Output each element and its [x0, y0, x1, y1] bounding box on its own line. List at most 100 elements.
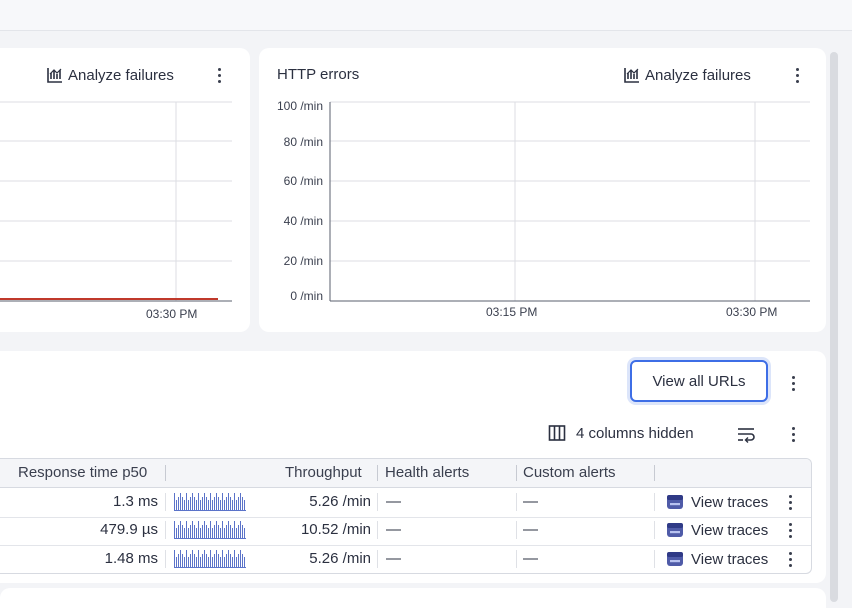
columns-hidden-button[interactable]: 4 columns hidden	[548, 424, 694, 442]
sparkline-bar	[212, 557, 213, 568]
sparkline-bar	[216, 521, 217, 539]
custom-alerts-cell: —	[523, 521, 538, 538]
sparkline-bar	[178, 554, 179, 568]
column-divider[interactable]	[165, 465, 166, 481]
columns-icon	[548, 425, 566, 441]
sparkline-bar	[222, 493, 223, 511]
column-header-throughput[interactable]: Throughput	[285, 459, 362, 487]
health-alerts-cell: —	[386, 521, 401, 538]
sparkline-bar	[240, 493, 241, 511]
x-tick-label: 03:30 PM	[146, 307, 197, 321]
sparkline-bar	[184, 557, 185, 568]
cell-divider	[516, 550, 517, 568]
top-bar	[0, 0, 852, 31]
sparkline-bar	[176, 500, 177, 511]
sparkline-bar	[182, 525, 183, 539]
sparkline-bar	[230, 525, 231, 539]
view-traces-label: View traces	[691, 521, 769, 539]
sparkline-bar	[238, 497, 239, 511]
traces-icon	[667, 552, 683, 566]
row-more-options-icon[interactable]	[782, 549, 798, 569]
view-traces-button[interactable]: View traces	[666, 516, 768, 544]
failure-rate-card: Analyze failures 03:30 PM	[0, 48, 250, 332]
sparkline-bar	[242, 525, 243, 539]
sparkline-bar	[224, 557, 225, 568]
column-divider[interactable]	[516, 465, 517, 481]
sparkline-bar	[212, 528, 213, 539]
x-tick-label: 03:15 PM	[486, 305, 538, 319]
sparkline-bar	[206, 525, 207, 539]
columns-hidden-label: 4 columns hidden	[576, 424, 694, 442]
table-row[interactable]: 1.3 ms 5.26 /min — — View traces	[0, 488, 811, 518]
view-traces-button[interactable]: View traces	[666, 545, 768, 573]
sparkline-bar	[208, 557, 209, 568]
sparkline-bar	[176, 528, 177, 539]
sparkline-bar	[226, 497, 227, 511]
more-options-icon[interactable]	[785, 373, 801, 393]
sparkline-bar	[232, 557, 233, 568]
view-all-urls-button[interactable]: View all URLs	[630, 360, 768, 402]
more-options-icon[interactable]	[785, 424, 801, 444]
sparkline-bar	[220, 500, 221, 511]
sparkline-bar	[190, 525, 191, 539]
sparkline-bar	[244, 557, 245, 568]
throughput-cell: 5.26 /min	[309, 493, 371, 510]
sparkline-bar	[174, 550, 175, 568]
sparkline-bar	[186, 550, 187, 568]
traces-icon	[667, 523, 683, 537]
row-more-options-icon[interactable]	[782, 492, 798, 512]
sparkline-bar	[226, 554, 227, 568]
sparkline-bar	[228, 521, 229, 539]
sparkline-bar	[174, 521, 175, 539]
sparkline-bar	[242, 497, 243, 511]
line-wrap-icon[interactable]	[736, 425, 756, 448]
cell-divider	[377, 550, 378, 568]
sparkline-bar	[194, 497, 195, 511]
sparkline-bar	[234, 550, 235, 568]
throughput-sparkline	[174, 550, 246, 568]
sparkline-bar	[196, 528, 197, 539]
sparkline-bar	[198, 550, 199, 568]
table-row[interactable]: 1.48 ms 5.26 /min — — View traces	[0, 545, 811, 573]
cell-divider	[654, 550, 655, 568]
sparkline-bar	[224, 500, 225, 511]
sparkline-bar	[182, 497, 183, 511]
sparkline-bar	[186, 521, 187, 539]
sparkline-bar	[194, 525, 195, 539]
sparkline-bar	[232, 528, 233, 539]
sparkline-bar	[222, 550, 223, 568]
sparkline-bar	[188, 500, 189, 511]
response-time-cell: 1.48 ms	[104, 550, 158, 567]
response-time-cell: 479.9 µs	[100, 521, 158, 538]
column-header-health-alerts[interactable]: Health alerts	[385, 459, 469, 487]
sparkline-bar	[230, 497, 231, 511]
sparkline-bar	[206, 497, 207, 511]
column-header-response-time[interactable]: Response time p50	[18, 459, 147, 487]
row-more-options-icon[interactable]	[782, 520, 798, 540]
view-traces-button[interactable]: View traces	[666, 488, 768, 516]
sparkline-bar	[232, 500, 233, 511]
sparkline-bar	[238, 554, 239, 568]
sparkline-bar	[192, 493, 193, 511]
page-scrollbar[interactable]	[830, 52, 838, 602]
sparkline-bar	[192, 550, 193, 568]
sparkline-bar	[202, 525, 203, 539]
column-header-custom-alerts[interactable]: Custom alerts	[523, 459, 616, 487]
sparkline-bar	[228, 493, 229, 511]
grid	[330, 101, 810, 301]
sparkline-bar	[218, 554, 219, 568]
sparkline-bar	[214, 554, 215, 568]
sparkline-bar	[234, 521, 235, 539]
column-divider[interactable]	[654, 465, 655, 481]
next-section-card	[0, 588, 826, 608]
sparkline-bar	[244, 528, 245, 539]
sparkline-bar	[194, 554, 195, 568]
sparkline-bar	[240, 521, 241, 539]
sparkline-bar	[222, 521, 223, 539]
traces-icon	[667, 495, 683, 509]
table-row[interactable]: 479.9 µs 10.52 /min — — View traces	[0, 516, 811, 546]
sparkline-bar	[188, 528, 189, 539]
health-alerts-cell: —	[386, 493, 401, 510]
view-traces-label: View traces	[691, 493, 769, 511]
column-divider[interactable]	[377, 465, 378, 481]
